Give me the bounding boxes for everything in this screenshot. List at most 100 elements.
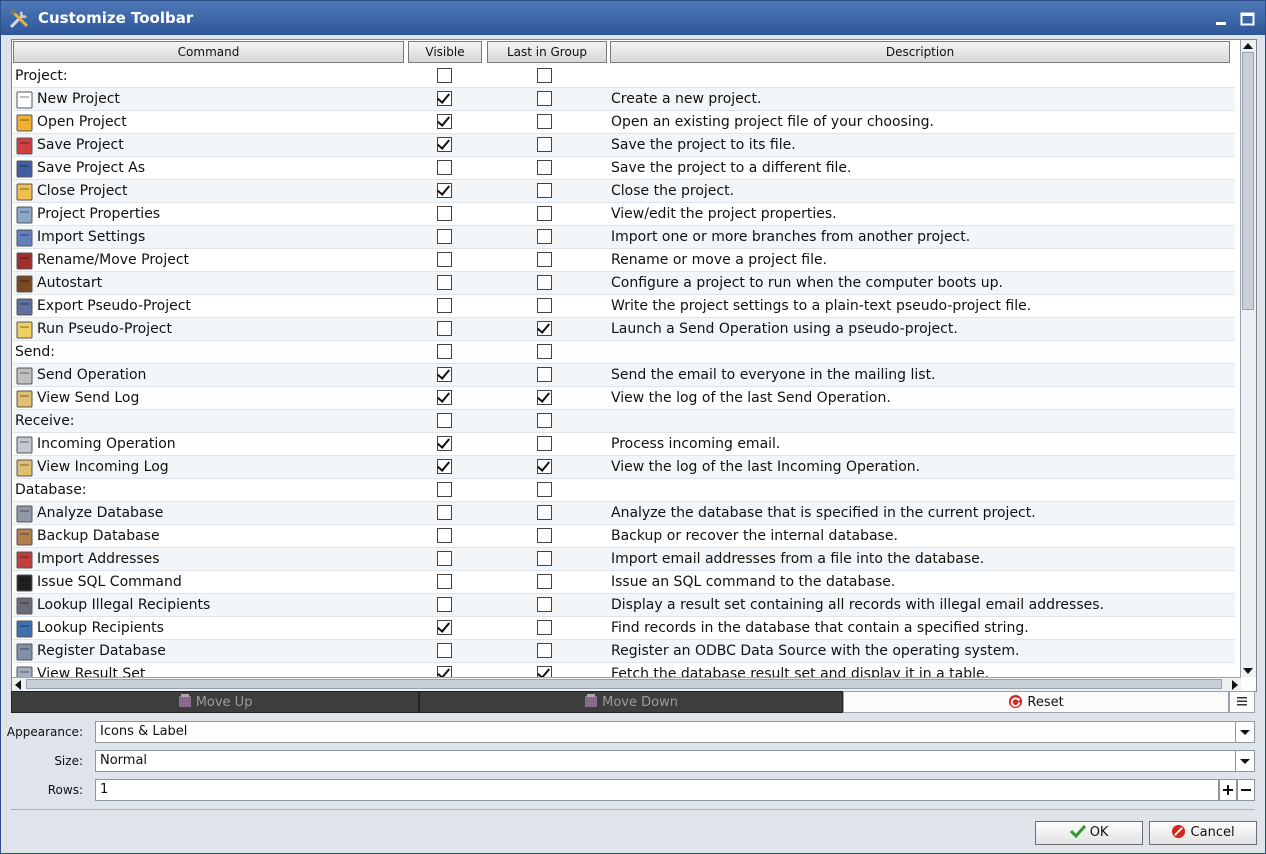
- table-row[interactable]: Backup Database Backup or recover the int…: [13, 525, 1235, 548]
- column-header-last-in-group[interactable]: Last in Group: [487, 41, 607, 63]
- column-header-command[interactable]: Command: [13, 41, 404, 63]
- table-row[interactable]: New Project Create a new project.: [13, 88, 1235, 111]
- visible-checkbox[interactable]: [437, 321, 452, 336]
- table-row[interactable]: View Result Set Fetch the database result…: [13, 663, 1235, 677]
- last-in-group-checkbox[interactable]: [537, 275, 552, 290]
- last-in-group-checkbox[interactable]: [537, 597, 552, 612]
- appearance-dropdown[interactable]: Icons & Label: [95, 721, 1255, 743]
- visible-checkbox[interactable]: [437, 367, 452, 382]
- table-row[interactable]: Analyze Database Analyze the database tha…: [13, 502, 1235, 525]
- table-row[interactable]: Register Database Register an ODBC Data S…: [13, 640, 1235, 663]
- last-in-group-checkbox[interactable]: [537, 482, 552, 497]
- table-row[interactable]: View Send Log View the log of the last Se…: [13, 387, 1235, 410]
- last-in-group-checkbox[interactable]: [537, 528, 552, 543]
- horizontal-scrollbar[interactable]: [12, 677, 1241, 691]
- horizontal-scroll-thumb[interactable]: [26, 679, 1222, 689]
- visible-checkbox[interactable]: [437, 390, 452, 405]
- visible-checkbox[interactable]: [437, 482, 452, 497]
- last-in-group-checkbox[interactable]: [537, 666, 552, 677]
- menu-button[interactable]: [1229, 691, 1255, 713]
- visible-checkbox[interactable]: [437, 229, 452, 244]
- table-row[interactable]: Lookup Illegal Recipients Display a resul…: [13, 594, 1235, 617]
- last-in-group-checkbox[interactable]: [537, 390, 552, 405]
- visible-checkbox[interactable]: [437, 436, 452, 451]
- visible-checkbox[interactable]: [437, 459, 452, 474]
- group-header-row[interactable]: Send:: [13, 341, 1235, 364]
- table-row[interactable]: Project Properties View/edit the project …: [13, 203, 1235, 226]
- last-in-group-checkbox[interactable]: [537, 436, 552, 451]
- visible-checkbox[interactable]: [437, 597, 452, 612]
- visible-checkbox[interactable]: [437, 275, 452, 290]
- visible-checkbox[interactable]: [437, 528, 452, 543]
- visible-checkbox[interactable]: [437, 643, 452, 658]
- group-header-row[interactable]: Receive:: [13, 410, 1235, 433]
- last-in-group-checkbox[interactable]: [537, 321, 552, 336]
- vertical-scrollbar[interactable]: [1240, 40, 1256, 677]
- rows-input[interactable]: 1: [95, 779, 1219, 801]
- scroll-up-icon[interactable]: [1243, 42, 1253, 50]
- table-row[interactable]: Autostart Configure a project to run when…: [13, 272, 1235, 295]
- visible-checkbox[interactable]: [437, 666, 452, 677]
- table-row[interactable]: Issue SQL Command Issue an SQL command to…: [13, 571, 1235, 594]
- visible-checkbox[interactable]: [437, 252, 452, 267]
- last-in-group-checkbox[interactable]: [537, 574, 552, 589]
- visible-checkbox[interactable]: [437, 183, 452, 198]
- visible-checkbox[interactable]: [437, 620, 452, 635]
- size-dropdown[interactable]: Normal: [95, 750, 1255, 772]
- last-in-group-checkbox[interactable]: [537, 68, 552, 83]
- last-in-group-checkbox[interactable]: [537, 505, 552, 520]
- table-row[interactable]: Send Operation Send the email to everyone…: [13, 364, 1235, 387]
- visible-checkbox[interactable]: [437, 114, 452, 129]
- last-in-group-checkbox[interactable]: [537, 413, 552, 428]
- group-header-row[interactable]: Project:: [13, 65, 1235, 88]
- size-dropdown-button[interactable]: [1235, 751, 1254, 771]
- move-up-button[interactable]: Move Up: [11, 691, 419, 713]
- last-in-group-checkbox[interactable]: [537, 160, 552, 175]
- cancel-button[interactable]: Cancel: [1149, 821, 1257, 845]
- table-row[interactable]: Open Project Open an existing project fil…: [13, 111, 1235, 134]
- table-row[interactable]: Import Addresses Import email addresses f…: [13, 548, 1235, 571]
- visible-checkbox[interactable]: [437, 91, 452, 106]
- rows-decrement-button[interactable]: [1237, 779, 1255, 801]
- last-in-group-checkbox[interactable]: [537, 620, 552, 635]
- table-row[interactable]: Incoming Operation Process incoming email…: [13, 433, 1235, 456]
- table-row[interactable]: Run Pseudo-Project Launch a Send Operatio…: [13, 318, 1235, 341]
- last-in-group-checkbox[interactable]: [537, 551, 552, 566]
- table-row[interactable]: Save Project As Save the project to a dif…: [13, 157, 1235, 180]
- last-in-group-checkbox[interactable]: [537, 367, 552, 382]
- last-in-group-checkbox[interactable]: [537, 344, 552, 359]
- last-in-group-checkbox[interactable]: [537, 459, 552, 474]
- title-bar[interactable]: Customize Toolbar: [1, 1, 1265, 35]
- column-header-visible[interactable]: Visible: [408, 41, 482, 63]
- last-in-group-checkbox[interactable]: [537, 91, 552, 106]
- last-in-group-checkbox[interactable]: [537, 137, 552, 152]
- scroll-right-icon[interactable]: [1231, 680, 1239, 690]
- ok-button[interactable]: OK: [1035, 821, 1143, 845]
- visible-checkbox[interactable]: [437, 298, 452, 313]
- group-header-row[interactable]: Database:: [13, 479, 1235, 502]
- table-row[interactable]: Rename/Move Project Rename or move a proj…: [13, 249, 1235, 272]
- move-down-button[interactable]: Move Down: [419, 691, 843, 713]
- visible-checkbox[interactable]: [437, 551, 452, 566]
- scroll-left-icon[interactable]: [14, 680, 22, 690]
- scroll-down-icon[interactable]: [1243, 667, 1253, 675]
- table-row[interactable]: Lookup Recipients Find records in the dat…: [13, 617, 1235, 640]
- last-in-group-checkbox[interactable]: [537, 114, 552, 129]
- table-row[interactable]: Import Settings Import one or more branch…: [13, 226, 1235, 249]
- table-row[interactable]: Save Project Save the project to its file…: [13, 134, 1235, 157]
- visible-checkbox[interactable]: [437, 574, 452, 589]
- maximize-icon[interactable]: [1239, 10, 1257, 28]
- table-row[interactable]: View Incoming Log View the log of the las…: [13, 456, 1235, 479]
- vertical-scroll-thumb[interactable]: [1242, 52, 1254, 310]
- visible-checkbox[interactable]: [437, 505, 452, 520]
- last-in-group-checkbox[interactable]: [537, 183, 552, 198]
- last-in-group-checkbox[interactable]: [537, 298, 552, 313]
- rows-increment-button[interactable]: [1219, 779, 1237, 801]
- table-row[interactable]: Close Project Close the project.: [13, 180, 1235, 203]
- minimize-icon[interactable]: [1213, 10, 1231, 28]
- appearance-dropdown-button[interactable]: [1235, 722, 1254, 742]
- visible-checkbox[interactable]: [437, 413, 452, 428]
- reset-button[interactable]: Reset: [843, 691, 1229, 713]
- visible-checkbox[interactable]: [437, 344, 452, 359]
- last-in-group-checkbox[interactable]: [537, 252, 552, 267]
